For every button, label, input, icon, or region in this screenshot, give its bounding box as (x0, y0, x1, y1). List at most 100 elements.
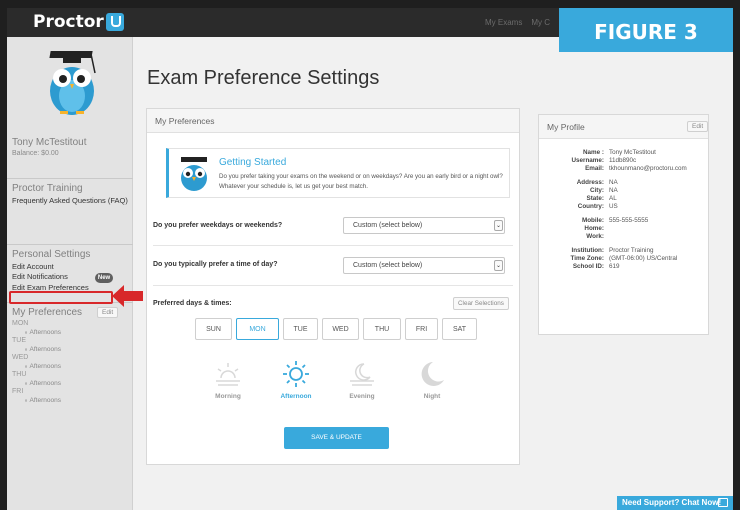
profile-key: Address: (576, 179, 604, 186)
time-evening-option[interactable]: Evening (334, 359, 390, 400)
time-morning-label: Morning (215, 393, 241, 400)
time-morning-option[interactable]: Morning (200, 359, 256, 400)
pref-item: THU ∘ Afternoons (12, 371, 128, 388)
divider (153, 285, 513, 286)
pref-time: ∘ Afternoons (24, 346, 61, 353)
profile-row: Time Zone: (GMT-06:00) US/Central (543, 255, 687, 263)
edit-notifications-label: Edit Notifications (12, 272, 68, 281)
nav-item-cut[interactable]: My C (531, 18, 550, 27)
profile-row: Home: (543, 225, 687, 233)
day-mon-button[interactable]: MON (236, 318, 279, 340)
app-window: Proctor My Exams My C Tony McTestitout B… (7, 8, 733, 510)
page-title: Exam Preference Settings (147, 67, 380, 89)
profile-value: 11db890c (609, 157, 637, 164)
profile-row: Email: tkhounmano@proctoru.com (543, 165, 687, 173)
profile-value: NA (609, 179, 618, 186)
sun-icon (283, 361, 309, 387)
pref-item: WED ∘ Afternoons (12, 354, 128, 371)
profile-key: Time Zone: (570, 255, 604, 262)
pref-day: FRI (12, 388, 24, 395)
pref-time: ∘ Afternoons (24, 380, 61, 387)
profile-row: Address: NA (543, 179, 687, 187)
pref-time: ∘ Afternoons (24, 363, 61, 370)
profile-row: Institution: Proctor Training (543, 247, 687, 255)
day-wed-button[interactable]: WED (322, 318, 359, 340)
profile-value: 619 (609, 263, 620, 270)
proctoru-logo[interactable]: Proctor (33, 12, 124, 32)
profile-row: School ID: 619 (543, 263, 687, 271)
pref-item: FRI ∘ Afternoons (12, 388, 128, 405)
sidebar-prefs-edit-button[interactable]: Edit (97, 307, 119, 318)
profile-key: Mobile: (581, 217, 604, 224)
training-heading: Proctor Training (12, 183, 83, 194)
faq-link[interactable]: Frequently Asked Questions (FAQ) (12, 196, 128, 206)
edit-account-link[interactable]: Edit Account (12, 262, 128, 272)
profile-key: Name : (583, 149, 604, 156)
day-selector: SUN MON TUE WED THU FRI SAT (195, 318, 477, 340)
day-fri-button[interactable]: FRI (405, 318, 438, 340)
top-nav: My Exams My C (485, 18, 550, 27)
pref-item: MON ∘ Afternoons (12, 320, 128, 337)
day-sun-button[interactable]: SUN (195, 318, 232, 340)
profile-row: Country: US (543, 203, 687, 211)
edit-notifications-link[interactable]: Edit Notifications New (12, 272, 128, 283)
chat-support-label: Need Support? Chat Now! (622, 498, 722, 507)
red-arrow-icon (112, 285, 143, 307)
profile-panel: My Profile Edit Name : Tony McTestitout U… (538, 114, 709, 335)
profile-row: Mobile: 555-555-5555 (543, 217, 687, 225)
pref-time-text: Afternoons (29, 329, 61, 336)
user-name: Tony McTestitout (12, 137, 87, 148)
pref-time-text: Afternoons (29, 397, 61, 404)
training-section: Proctor Training Frequently Asked Questi… (7, 183, 133, 245)
profile-key: Country: (577, 203, 604, 210)
time-evening-label: Evening (349, 393, 375, 400)
time-afternoon-option[interactable]: Afternoon (268, 359, 324, 400)
chevron-down-icon: ⌄ (494, 220, 503, 231)
user-balance: Balance: $0.00 (12, 150, 59, 157)
day-thu-button[interactable]: THU (363, 318, 401, 340)
chevron-down-icon: ⌄ (494, 260, 503, 271)
moonrise-icon (350, 363, 374, 386)
day-sat-button[interactable]: SAT (442, 318, 477, 340)
profile-row: State: AL (543, 195, 687, 203)
my-preferences-section: My Preferences Edit MON ∘ Afternoons TUE ∘… (7, 307, 133, 405)
profile-edit-button[interactable]: Edit (687, 121, 709, 132)
profile-key: Work: (586, 233, 604, 240)
profile-key: School ID: (572, 263, 604, 270)
weekdays-question: Do you prefer weekdays or weekends? (153, 222, 283, 229)
nav-my-exams[interactable]: My Exams (485, 18, 522, 27)
weekdays-select[interactable]: Custom (select below) ⌄ (343, 217, 505, 234)
time-of-day-question: Do you typically prefer a time of day? (153, 261, 278, 268)
time-of-day-select-value: Custom (select below) (353, 262, 423, 269)
pref-day: MON (12, 320, 29, 327)
pref-time: ∘ Afternoons (24, 397, 61, 404)
pref-day: WED (12, 354, 29, 361)
profile-key: Home: (584, 225, 604, 232)
time-night-option[interactable]: Night (404, 359, 460, 400)
profile-value: (GMT-06:00) US/Central (609, 255, 678, 262)
getting-started-title: Getting Started (219, 157, 287, 168)
day-tue-button[interactable]: TUE (283, 318, 318, 340)
profile-key: City: (590, 187, 604, 194)
pref-time-text: Afternoons (29, 363, 61, 370)
time-of-day-select[interactable]: Custom (select below) ⌄ (343, 257, 505, 274)
pref-time: ∘ Afternoons (24, 329, 61, 336)
profile-value: tkhounmano@proctoru.com (609, 165, 687, 172)
settings-heading: Personal Settings (12, 249, 91, 260)
profile-value: AL (609, 195, 617, 202)
save-update-button[interactable]: SAVE & UPDATE (284, 427, 389, 449)
logo-u-icon (105, 13, 124, 31)
profile-value: NA (609, 187, 618, 194)
pref-item: TUE ∘ Afternoons (12, 337, 128, 354)
clear-selections-button[interactable]: Clear Selections (453, 297, 509, 310)
profile-panel-title: My Profile (539, 115, 708, 139)
pref-time-text: Afternoons (29, 346, 61, 353)
pref-day: TUE (12, 337, 26, 344)
chat-support-button[interactable]: Need Support? Chat Now! (617, 496, 733, 510)
profile-key: Email: (585, 165, 604, 172)
profile-value: US (609, 203, 618, 210)
pref-time-text: Afternoons (29, 380, 61, 387)
time-night-label: Night (423, 393, 441, 400)
owl-mascot-icon (49, 51, 96, 115)
chat-window-icon (718, 498, 728, 507)
